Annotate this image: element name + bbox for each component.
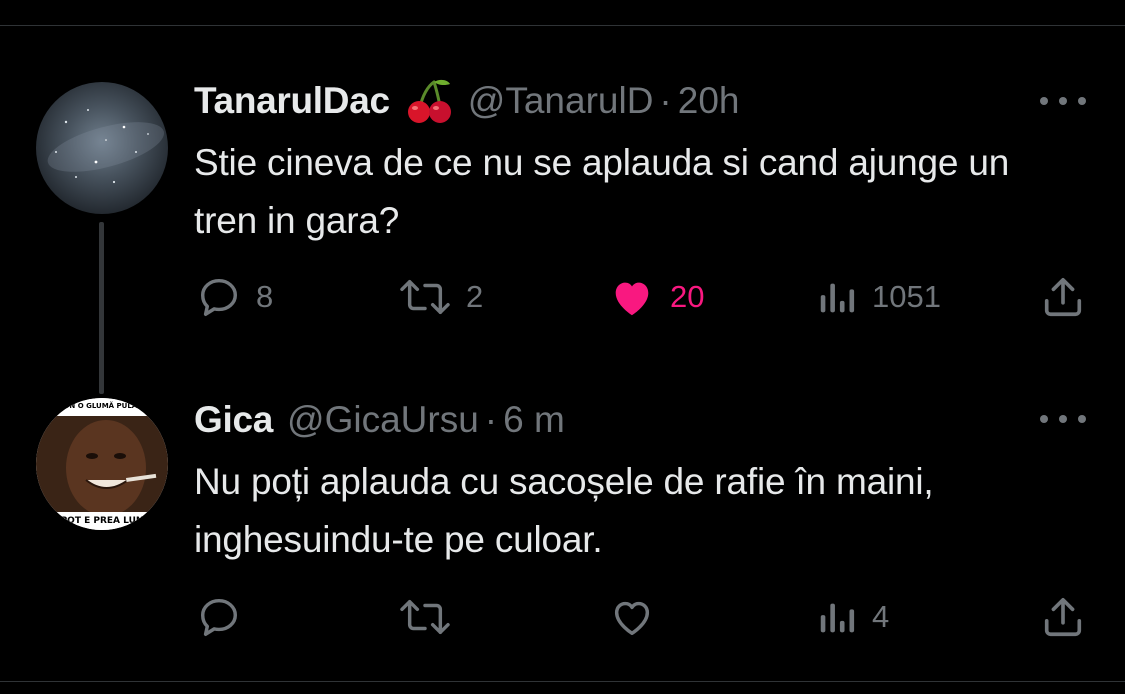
tweet-1-header: TanarulDac @TanarulD · 20h [194, 79, 739, 123]
reply-button[interactable] [196, 592, 256, 642]
avatar-caption-top: VI SPUN O GLUMĂ PULA MEA? [43, 401, 161, 410]
views-button[interactable]: 4 [818, 592, 889, 642]
top-divider [0, 25, 1125, 26]
retweet-icon [400, 599, 450, 635]
reply-button[interactable]: 8 [196, 272, 273, 322]
more-options-icon[interactable] [1040, 91, 1086, 111]
display-name[interactable]: TanarulDac [194, 80, 390, 122]
retweet-button[interactable] [398, 592, 466, 642]
reply-count: 8 [256, 279, 274, 314]
tweet-1-action-bar: 8 2 20 1051 [0, 272, 1125, 322]
tweet-text: Nu poți aplauda cu sacoșele de rafie în … [194, 461, 934, 560]
views-count: 1051 [872, 279, 941, 314]
share-button[interactable] [1040, 592, 1086, 642]
reply-icon [200, 598, 238, 636]
heart-outline-icon [614, 601, 650, 636]
bottom-divider [0, 681, 1125, 682]
heart-filled-icon [615, 282, 649, 316]
retweet-button[interactable]: 2 [398, 272, 483, 322]
share-icon [1044, 277, 1082, 317]
timestamp[interactable]: 6 m [503, 399, 565, 441]
handle[interactable]: @TanarulD [468, 80, 654, 122]
separator-dot: · [484, 399, 498, 440]
share-icon [1044, 597, 1082, 637]
reply-icon [200, 278, 238, 316]
timestamp[interactable]: 20h [678, 80, 740, 122]
views-icon [820, 603, 855, 633]
tweet-2-action-bar: 4 [0, 592, 1125, 642]
handle[interactable]: @GicaUrsu [287, 399, 479, 441]
share-button[interactable] [1040, 272, 1086, 322]
tweet-2-header: Gica @GicaUrsu · 6 m [194, 398, 565, 442]
cherries-icon [404, 76, 454, 126]
retweet-count: 2 [466, 279, 484, 314]
tweet-text: Stie cineva de ce nu se aplauda si cand … [194, 142, 1010, 241]
like-button[interactable] [608, 592, 670, 642]
like-button[interactable]: 20 [608, 272, 704, 322]
more-options-icon[interactable] [1040, 409, 1086, 429]
views-count: 4 [872, 599, 890, 634]
meme-man-avatar-image: VI SPUN O GLUMĂ PULA MEA? POT E PREA LUN [36, 398, 168, 530]
starry-sky-avatar-image [36, 82, 168, 214]
avatar-gica[interactable]: VI SPUN O GLUMĂ PULA MEA? POT E PREA LUN [36, 398, 168, 530]
separator-dot: · [659, 80, 672, 121]
avatar-caption-bottom: POT E PREA LUN [61, 516, 144, 526]
views-icon [820, 283, 855, 313]
like-count: 20 [670, 279, 705, 314]
retweet-icon [400, 279, 450, 315]
views-button[interactable]: 1051 [818, 272, 941, 322]
avatar-tanaruldac[interactable] [36, 82, 168, 214]
display-name[interactable]: Gica [194, 399, 273, 441]
